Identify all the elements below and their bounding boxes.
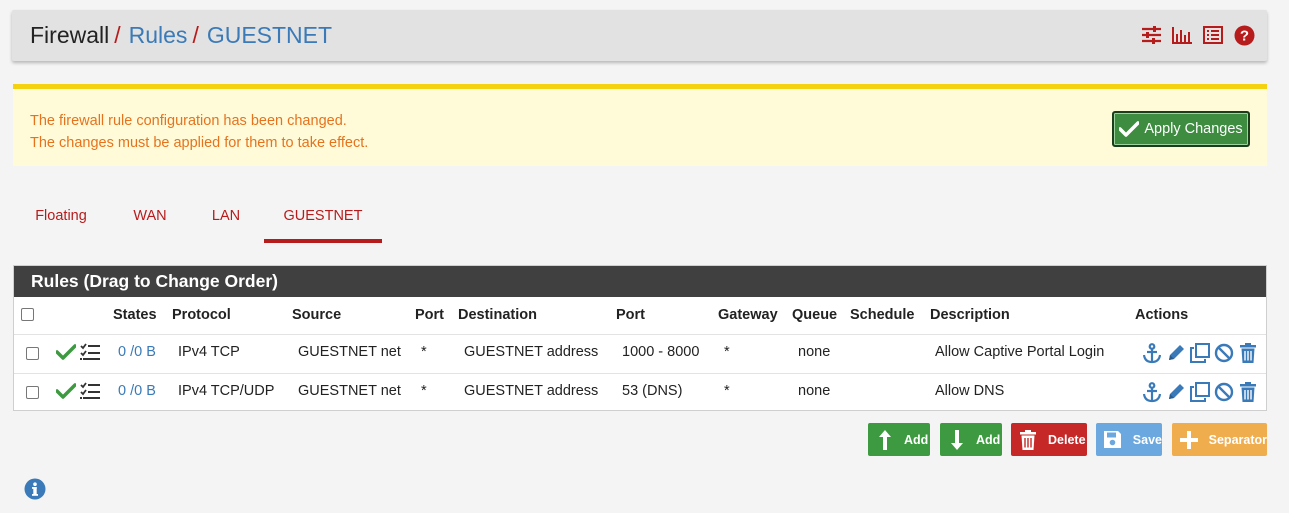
save-button[interactable]: Save xyxy=(1096,423,1162,456)
rule-states-link[interactable]: 0 /0 B xyxy=(118,344,156,360)
apply-changes-label: Apply Changes xyxy=(1144,121,1243,137)
rule-destination: GUESTNET address xyxy=(464,383,599,399)
copy-icon[interactable] xyxy=(1189,342,1211,364)
rule-queue: none xyxy=(798,383,831,399)
save-label: Save xyxy=(1132,432,1162,447)
rule-destination: GUESTNET address xyxy=(464,344,599,360)
col-actions: Actions xyxy=(1135,307,1189,323)
rule-source-port: * xyxy=(421,383,427,399)
rule-source: GUESTNET net xyxy=(298,383,401,399)
rule-protocol: IPv4 TCP xyxy=(178,344,240,360)
add-top-label: Add xyxy=(904,432,929,447)
rules-panel-title: Rules (Drag to Change Order) xyxy=(14,266,1266,297)
rule-states-link[interactable]: 0 /0 B xyxy=(118,383,156,399)
check-icon xyxy=(1119,121,1140,137)
alert-message-line2: The changes must be applied for them to … xyxy=(30,135,369,151)
rule-dest-port: 1000 - 8000 xyxy=(622,344,700,360)
delete-trash-icon[interactable] xyxy=(1237,381,1259,403)
anchor-icon[interactable] xyxy=(1141,342,1163,364)
select-all-checkbox[interactable] xyxy=(21,308,34,321)
col-dest-port: Port xyxy=(616,307,645,323)
disable-ban-icon[interactable] xyxy=(1213,381,1235,403)
rule-source: GUESTNET net xyxy=(298,344,401,360)
rule-action-buttons: Add Add Delete Save Separator xyxy=(868,423,1267,456)
svg-text:?: ? xyxy=(1239,27,1248,44)
edit-pencil-icon[interactable] xyxy=(1165,381,1187,403)
arrow-down-icon xyxy=(944,429,970,451)
anchor-icon[interactable] xyxy=(1141,381,1163,403)
pass-check-icon xyxy=(56,344,76,360)
tab-wan[interactable]: WAN xyxy=(118,196,182,243)
rules-panel: Rules (Drag to Change Order) States Prot… xyxy=(13,265,1267,411)
help-icon[interactable]: ? xyxy=(1233,24,1255,46)
list-icon[interactable] xyxy=(1202,24,1224,46)
add-rule-bottom-button[interactable]: Add xyxy=(940,423,1002,456)
tab-lan[interactable]: LAN xyxy=(195,196,257,243)
tab-guestnet[interactable]: GUESTNET xyxy=(264,196,382,243)
col-gateway: Gateway xyxy=(718,307,778,323)
table-row[interactable]: 0 /0 B IPv4 TCP GUESTNET net * GUESTNET … xyxy=(14,335,1266,373)
col-protocol: Protocol xyxy=(172,307,231,323)
col-description: Description xyxy=(930,307,1010,323)
add-rule-top-button[interactable]: Add xyxy=(868,423,930,456)
add-bottom-label: Add xyxy=(976,432,1001,447)
breadcrumb-rules-link[interactable]: Rules xyxy=(129,22,188,48)
col-schedule: Schedule xyxy=(850,307,915,323)
delete-trash-icon[interactable] xyxy=(1237,342,1259,364)
breadcrumb: Firewall / Rules / GUESTNET xyxy=(30,22,332,48)
apply-changes-button[interactable]: Apply Changes xyxy=(1112,111,1250,147)
edit-pencil-icon[interactable] xyxy=(1165,342,1187,364)
rule-gateway: * xyxy=(724,344,730,360)
rule-description: Allow DNS xyxy=(935,383,1005,399)
bar-chart-icon[interactable] xyxy=(1171,24,1193,46)
breadcrumb-separator: / xyxy=(192,22,199,48)
rule-dest-port: 53 (DNS) xyxy=(622,383,683,399)
tab-floating[interactable]: Floating xyxy=(14,196,108,243)
page-header: Firewall / Rules / GUESTNET ? xyxy=(12,10,1267,61)
rule-queue: none xyxy=(798,344,831,360)
col-destination: Destination xyxy=(458,307,537,323)
col-states: States xyxy=(113,307,157,323)
rule-actions xyxy=(1141,342,1259,364)
row-select-checkbox[interactable] xyxy=(26,347,39,360)
add-separator-button[interactable]: Separator xyxy=(1172,423,1267,456)
delete-label: Delete xyxy=(1048,432,1086,447)
pass-check-icon xyxy=(56,383,76,399)
row-select-checkbox[interactable] xyxy=(26,386,39,399)
delete-rules-button[interactable]: Delete xyxy=(1011,423,1087,456)
col-queue: Queue xyxy=(792,307,838,323)
info-icon[interactable] xyxy=(24,478,46,500)
breadcrumb-firewall: Firewall xyxy=(30,22,110,48)
header-icon-bar: ? xyxy=(1140,24,1255,46)
separator-label: Separator xyxy=(1208,432,1267,447)
disable-ban-icon[interactable] xyxy=(1213,342,1235,364)
rules-table-header: States Protocol Source Port Destination … xyxy=(14,297,1266,334)
trash-icon xyxy=(1015,429,1041,450)
tasks-icon[interactable] xyxy=(80,382,100,400)
rule-gateway: * xyxy=(724,383,730,399)
rule-actions xyxy=(1141,381,1259,403)
col-source: Source xyxy=(292,307,342,323)
alert-message-line1: The firewall rule configuration has been… xyxy=(30,113,347,129)
breadcrumb-separator: / xyxy=(114,22,121,48)
sliders-icon[interactable] xyxy=(1140,24,1162,46)
col-source-port: Port xyxy=(415,307,444,323)
rule-status-icons xyxy=(56,382,100,400)
floppy-disk-icon xyxy=(1100,430,1125,449)
tasks-icon[interactable] xyxy=(80,343,100,361)
rule-protocol: IPv4 TCP/UDP xyxy=(178,383,275,399)
config-changed-alert: The firewall rule configuration has been… xyxy=(13,84,1267,166)
table-row[interactable]: 0 /0 B IPv4 TCP/UDP GUESTNET net * GUEST… xyxy=(14,374,1266,412)
copy-icon[interactable] xyxy=(1189,381,1211,403)
breadcrumb-guestnet-link[interactable]: GUESTNET xyxy=(207,22,332,48)
rule-source-port: * xyxy=(421,344,427,360)
arrow-up-icon xyxy=(872,429,898,451)
plus-icon xyxy=(1176,430,1202,449)
rule-status-icons xyxy=(56,343,100,361)
rule-description: Allow Captive Portal Login xyxy=(935,344,1105,360)
